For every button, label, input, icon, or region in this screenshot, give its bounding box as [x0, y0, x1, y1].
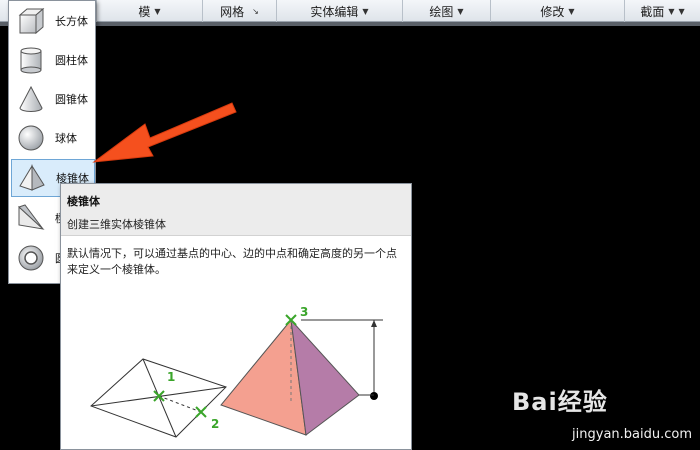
ribbon-panel-bar: 模 ▼ 网格 ↘ 实体编辑 ▼ 绘图 ▼ 修改 ▼ 截面 ▼ ▼: [0, 0, 700, 22]
gallery-item-box[interactable]: 长方体: [11, 2, 95, 40]
gallery-item-label: 球体: [55, 132, 77, 145]
ribbon-panel-section[interactable]: 截面 ▼ ▼: [624, 0, 700, 22]
tooltip-title: 棱锥体: [67, 195, 100, 208]
wedge-icon: [15, 202, 47, 234]
gallery-item-sphere[interactable]: 球体: [11, 119, 95, 157]
gallery-item-cone[interactable]: 圆锥体: [11, 80, 95, 118]
figure-label-2: 2: [211, 417, 219, 431]
watermark-logo-text: Bai经验: [512, 388, 608, 416]
cone-icon: [15, 83, 47, 115]
panel-label: 修改: [540, 4, 565, 19]
ribbon-bottom-strip: [0, 22, 700, 26]
sphere-icon: [15, 122, 47, 154]
gallery-item-label: 圆锥体: [55, 93, 88, 106]
ribbon-panel-draw[interactable]: 绘图 ▼: [402, 0, 490, 22]
panel-label: 实体编辑: [310, 4, 359, 19]
ribbon-panel-modify[interactable]: 修改 ▼: [490, 0, 624, 22]
panel-label: 截面: [640, 4, 665, 19]
dropdown-arrow-icon: ▼: [668, 6, 675, 16]
tooltip-description: 默认情况下，可以通过基点的中心、边的中点和确定高度的另一个点来定义一个棱锥体。: [67, 247, 397, 276]
panel-label: 网格: [220, 4, 245, 19]
gallery-item-cylinder[interactable]: 圆柱体: [11, 41, 95, 79]
dropdown-arrow-icon: ▼: [154, 6, 161, 16]
height-point: [370, 392, 378, 400]
pyramid-base-outline: [90, 358, 227, 438]
pyramid-tooltip: 棱锥体 创建三维实体棱锥体 默认情况下，可以通过基点的中心、边的中点和确定高度的…: [60, 183, 412, 450]
tooltip-header: 棱锥体 创建三维实体棱锥体: [61, 184, 411, 236]
watermark-url: jingyan.baidu.com: [572, 427, 692, 442]
ribbon-panel-solid-editing[interactable]: 实体编辑 ▼: [276, 0, 402, 22]
dimension-arrowhead: [371, 320, 377, 327]
figure-label-1: 1: [167, 370, 175, 384]
pyramid-icon: [16, 162, 48, 194]
torus-icon: [15, 242, 47, 274]
box-icon: [15, 5, 47, 37]
ribbon-panel-mesh[interactable]: 网格 ↘: [202, 0, 276, 22]
dropdown-arrow-icon: ▼: [568, 6, 575, 16]
gallery-item-label: 长方体: [55, 15, 88, 28]
ribbon-panel-modeling[interactable]: 模 ▼: [96, 0, 202, 22]
dropdown-arrow-icon: ▼: [678, 6, 685, 16]
panel-label: 绘图: [429, 4, 454, 19]
autocad-workspace: 模 ▼ 网格 ↘ 实体编辑 ▼ 绘图 ▼ 修改 ▼ 截面 ▼ ▼ 长方体 圆柱体…: [0, 0, 700, 450]
dropdown-arrow-icon: ▼: [457, 6, 464, 16]
dropdown-arrow-icon: ▼: [362, 6, 369, 16]
figure-label-3: 3: [300, 305, 308, 319]
panel-launcher-icon[interactable]: ↘: [252, 7, 259, 16]
panel-label: 模: [138, 4, 151, 19]
tooltip-subtitle: 创建三维实体棱锥体: [67, 218, 166, 231]
pyramid-illustration: 1 2 3: [90, 305, 383, 438]
baidu-watermark: Bai经验 jingyan.baidu.com: [512, 382, 692, 442]
gallery-item-label: 圆柱体: [55, 54, 88, 67]
cylinder-icon: [15, 44, 47, 76]
